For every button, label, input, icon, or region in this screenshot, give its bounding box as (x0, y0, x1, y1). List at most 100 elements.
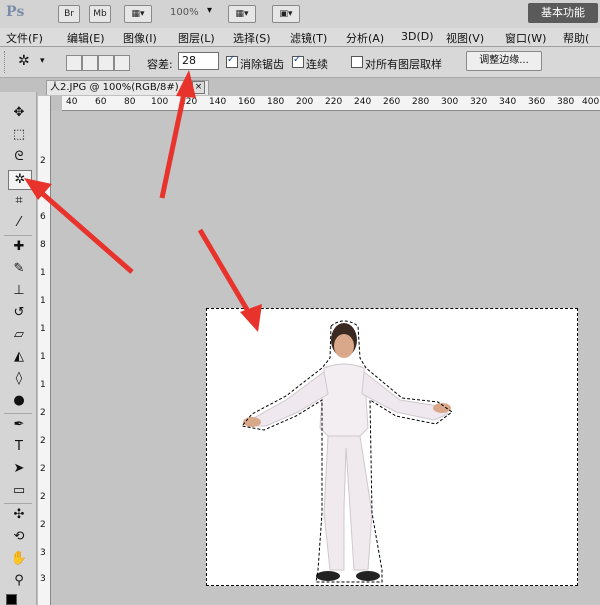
intersect-selection-icon[interactable] (114, 55, 130, 71)
screen-mode-button[interactable]: ▣▾ (272, 5, 300, 23)
menu-select[interactable]: 选择(S) (233, 30, 271, 46)
tool-slot[interactable]: ✒ (8, 416, 30, 434)
pen-tool-icon: ✒ (13, 417, 25, 432)
new-selection-icon[interactable] (66, 55, 82, 71)
bridge-button[interactable]: Br (58, 5, 80, 23)
menu-edit[interactable]: 编辑(E) (67, 30, 105, 46)
tool-slot[interactable]: ✣ (8, 506, 30, 524)
ruler-mark: 1 (40, 352, 46, 362)
tool-slot[interactable]: ⚲ (8, 572, 30, 590)
ruler-mark: 2 (40, 464, 46, 474)
tool-slot[interactable]: ⟲ (8, 528, 30, 546)
refine-edge-button[interactable]: 调整边缘... (466, 51, 542, 71)
menu-window[interactable]: 窗口(W) (505, 30, 546, 46)
hand-tool-icon: ✋ (10, 551, 28, 566)
3d-orbit-tool-icon: ⟲ (13, 529, 25, 544)
type-tool-icon: T (15, 439, 23, 454)
menu-3d[interactable]: 3D(D) (401, 30, 434, 43)
antialias-checkbox[interactable] (226, 54, 238, 68)
lasso-tool-icon: ᘓ (14, 149, 24, 164)
menu-filter[interactable]: 滤镜(T) (290, 30, 327, 46)
ruler-mark: 2 (40, 156, 46, 166)
ruler-mark: 2 (40, 492, 46, 502)
workspace-switcher-button[interactable]: 基本功能 (528, 3, 598, 23)
ruler-mark: 1 (40, 324, 46, 334)
canvas-selection-marquee (206, 308, 578, 586)
ruler-mark: 2 (40, 408, 46, 418)
tool-slot[interactable]: ● (8, 392, 30, 410)
application-bar: Ps Br Mb ▦▾ 100% ▾ ▦▾ ▣▾ 基本功能 (0, 0, 600, 29)
tool-slot[interactable]: ✋ (8, 550, 30, 568)
ruler-mark: 200 (296, 97, 314, 107)
tool-slot[interactable]: ⁄ (8, 214, 30, 232)
toolbox-divider (4, 235, 32, 236)
zoom-tool-icon: ⚲ (14, 573, 24, 588)
subtract-from-selection-icon[interactable] (98, 55, 114, 71)
tool-slot[interactable]: ▭ (8, 482, 30, 500)
ruler-mark: 2 (40, 520, 46, 530)
mini-bridge-button[interactable]: Mb (89, 5, 111, 23)
tolerance-input[interactable]: 28 (178, 52, 219, 70)
view-extras-button[interactable]: ▦▾ (124, 5, 152, 23)
menu-help[interactable]: 帮助( (563, 30, 589, 46)
tool-slot[interactable]: ↺ (8, 304, 30, 322)
contiguous-checkbox[interactable] (292, 54, 304, 68)
horizontal-ruler[interactable]: 40 60 80 100 120 140 160 180 200 220 240… (62, 96, 600, 111)
vertical-ruler[interactable]: 2 4 6 8 1 1 1 1 1 2 2 2 2 2 3 3 (38, 96, 51, 605)
toolbox-divider (4, 503, 32, 504)
tool-slot-active[interactable]: ✲ (8, 170, 32, 190)
close-document-icon[interactable]: × (192, 81, 205, 94)
ruler-mark: 1 (40, 268, 46, 278)
menu-layer[interactable]: 图层(L) (178, 30, 215, 46)
tool-preset-magic-wand-icon[interactable]: ✲ (18, 53, 30, 69)
ruler-mark: 260 (383, 97, 401, 107)
tool-slot[interactable]: ᘓ (8, 148, 30, 166)
photoshop-logo: Ps (6, 4, 25, 20)
ruler-mark: 2 (40, 436, 46, 446)
ruler-mark: 360 (528, 97, 546, 107)
tool-slot[interactable]: ✚ (8, 238, 30, 256)
document-tab[interactable]: 人2.JPG @ 100%(RGB/8#) (46, 80, 209, 95)
arrange-documents-button[interactable]: ▦▾ (228, 5, 256, 23)
menu-image[interactable]: 图像(I) (123, 30, 157, 46)
tool-slot[interactable]: T (8, 438, 30, 456)
ruler-mark: 300 (441, 97, 459, 107)
tool-slot[interactable]: ⬚ (8, 126, 30, 144)
options-grip[interactable] (4, 51, 7, 73)
paint-bucket-tool-icon: ◭ (14, 349, 24, 364)
ruler-mark: 280 (412, 97, 430, 107)
toolbox-panel: ✥ ⬚ ᘓ ✲ ⌗ ⁄ ✚ ✎ ⊥ ↺ ▱ ◭ ◊ ● ✒ T ➤ ▭ ✣ ⟲ … (0, 92, 37, 605)
tool-slot[interactable]: ◭ (8, 348, 30, 366)
tool-slot[interactable]: ⌗ (8, 192, 30, 210)
ruler-mark: 3 (40, 574, 46, 584)
zoom-level[interactable]: 100% (170, 7, 199, 18)
eyedropper-tool-icon: ⁄ (17, 215, 21, 230)
zoom-chevron-icon[interactable]: ▾ (207, 5, 212, 16)
ruler-mark: 380 (557, 97, 575, 107)
foreground-color-swatch[interactable] (6, 594, 17, 605)
menu-analysis[interactable]: 分析(A) (346, 30, 384, 46)
tool-preset-chevron-icon[interactable]: ▾ (40, 56, 45, 66)
sample-all-layers-checkbox[interactable] (351, 56, 363, 68)
ruler-mark: 1 (40, 296, 46, 306)
add-to-selection-icon[interactable] (82, 55, 98, 71)
move-tool-icon: ✥ (13, 105, 25, 120)
ruler-mark: 320 (470, 97, 488, 107)
tool-slot[interactable]: ➤ (8, 460, 30, 478)
tool-slot[interactable]: ⊥ (8, 282, 30, 300)
menu-view[interactable]: 视图(V) (446, 30, 484, 46)
3d-rotate-tool-icon: ✣ (13, 507, 25, 522)
options-bar: ✲ ▾ 容差: 28 消除锯齿 连续 对所有图层取样 调整边缘... (0, 47, 600, 78)
history-brush-tool-icon: ↺ (13, 305, 25, 320)
ruler-mark: 80 (124, 97, 136, 107)
tool-slot[interactable]: ✎ (8, 260, 30, 278)
tool-slot[interactable]: ◊ (8, 370, 30, 388)
tool-slot[interactable]: ▱ (8, 326, 30, 344)
ruler-mark: 160 (238, 97, 256, 107)
ruler-mark: 4 (40, 184, 46, 194)
menu-file[interactable]: 文件(F) (6, 30, 43, 46)
ruler-mark: 400 (582, 97, 600, 107)
tool-slot[interactable]: ✥ (8, 104, 30, 122)
tolerance-label: 容差: (147, 58, 173, 71)
ruler-mark: 180 (267, 97, 285, 107)
